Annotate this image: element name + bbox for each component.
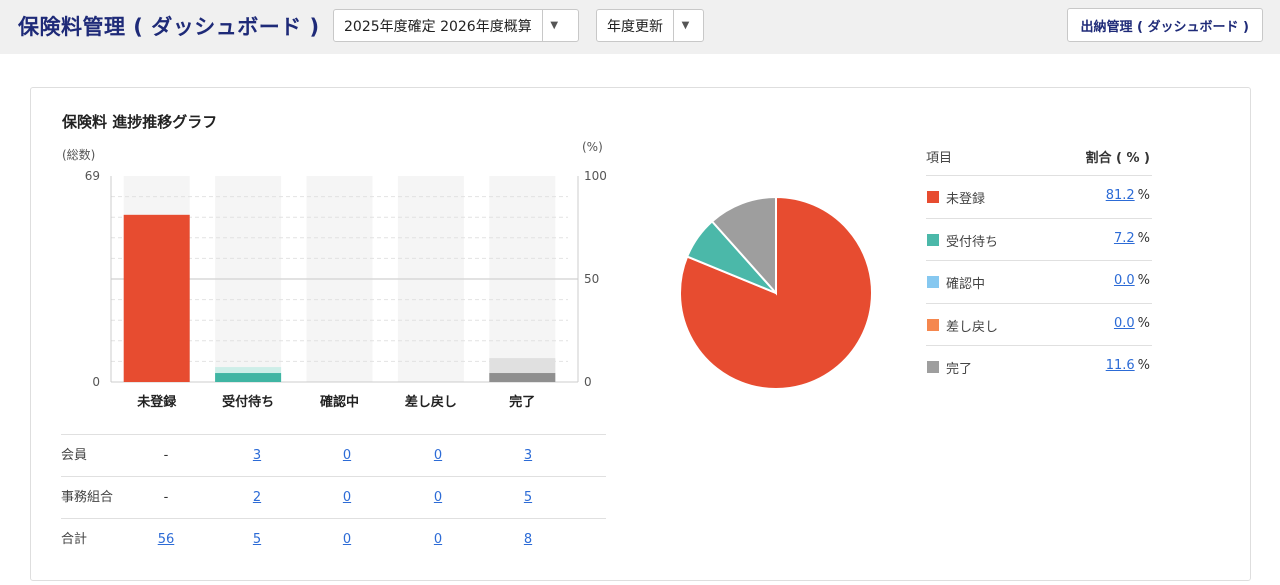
- count-link[interactable]: 3: [253, 448, 261, 463]
- table-cell: 0: [408, 519, 468, 561]
- legend-swatch: [927, 233, 939, 246]
- category-label: 完了: [509, 394, 535, 410]
- count-link[interactable]: 0: [434, 490, 442, 505]
- count-link[interactable]: 8: [524, 532, 532, 547]
- legend-percent: 7.2%: [1114, 231, 1150, 246]
- empty-cell: -: [163, 448, 169, 463]
- payment-dashboard-button[interactable]: 出納管理 ( ダッシュボード ): [1066, 8, 1263, 42]
- legend-row: 確認中 0.0%: [926, 260, 1152, 303]
- row-label: 会員: [61, 448, 88, 463]
- empty-cell: -: [163, 490, 169, 505]
- count-link[interactable]: 56: [158, 532, 175, 547]
- legend-percent: 81.2%: [1106, 188, 1150, 203]
- percent-link[interactable]: 11.6: [1106, 358, 1135, 373]
- y2-tick-label: 100: [584, 169, 607, 183]
- legend-percent: 0.0%: [1114, 273, 1150, 288]
- progress-card: 保険料 進捗推移グラフ (総数) (%) 69 0 100 50 0 未登録 受付待ち 確認中…: [30, 87, 1251, 581]
- legend-row: 受付待ち 7.2%: [926, 217, 1152, 261]
- count-link[interactable]: 5: [253, 532, 261, 547]
- table-cell: 56: [136, 519, 196, 561]
- legend-name: 未登録: [946, 192, 986, 207]
- table-row: 会員 - 3 0 0 3: [61, 434, 606, 476]
- bar-chart: 69 0 100 50 0 未登録 受付待ち 確認中 差し戻し 完了: [85, 169, 607, 410]
- ratio-legend: 項目 割合 ( % ) 未登録 81.2% 受付待ち 7.2% 確認中 0.0% 差し戻し 0…: [926, 133, 1152, 388]
- table-cell: 0: [408, 477, 468, 519]
- year-update-select[interactable]: 年度更新 ▼: [596, 9, 704, 42]
- bar-2-member: [215, 373, 282, 382]
- table-cell: 8: [498, 519, 558, 561]
- pie-chart: [679, 195, 873, 390]
- chevron-down-icon[interactable]: ▼: [673, 10, 697, 41]
- count-link[interactable]: 0: [343, 532, 351, 547]
- table-cell: 5: [498, 477, 558, 519]
- y-tick-label: 69: [85, 169, 100, 183]
- y-tick-label: 0: [92, 375, 100, 389]
- percent-unit: %: [1137, 358, 1150, 373]
- y2-tick-label: 0: [584, 375, 592, 389]
- legend-header-ratio: 割合 ( % ): [1085, 151, 1151, 166]
- year-update-select-value: 年度更新: [607, 18, 663, 35]
- count-link[interactable]: 3: [524, 448, 532, 463]
- legend-header: 項目 割合 ( % ): [926, 133, 1152, 175]
- count-link[interactable]: 2: [253, 490, 261, 505]
- fiscal-year-select[interactable]: 2025年度確定 2026年度概算 ▼: [333, 9, 579, 42]
- percent-link[interactable]: 0.0: [1114, 316, 1135, 331]
- category-label: 確認中: [320, 394, 359, 410]
- page-title: 保険料管理 ( ダッシュボード ): [18, 15, 320, 39]
- percent-link[interactable]: 81.2: [1106, 188, 1135, 203]
- bar-1: [123, 214, 190, 382]
- legend-header-item: 項目: [926, 151, 953, 166]
- legend-name: 完了: [946, 362, 973, 377]
- legend-name: 受付待ち: [946, 234, 999, 250]
- legend-swatch: [927, 191, 939, 203]
- table-cell: 0: [317, 519, 377, 561]
- table-cell: 3: [498, 435, 558, 477]
- count-link[interactable]: 0: [343, 490, 351, 505]
- fiscal-year-select-value: 2025年度確定 2026年度概算: [344, 18, 532, 35]
- chevron-down-icon[interactable]: ▼: [541, 10, 566, 41]
- bar-5-member: [489, 373, 556, 382]
- table-row: 事務組合 - 2 0 0 5: [61, 476, 606, 518]
- header-bar: 保険料管理 ( ダッシュボード ) 2025年度確定 2026年度概算 ▼ 年度…: [0, 0, 1280, 54]
- table-cell: 0: [408, 435, 468, 477]
- table-row: 合計 56 5 0 0 8: [61, 518, 606, 560]
- count-link[interactable]: 0: [434, 532, 442, 547]
- table-cell: 5: [227, 519, 287, 561]
- legend-swatch: [927, 361, 939, 373]
- table-cell: 3: [227, 435, 287, 477]
- percent-link[interactable]: 0.0: [1114, 273, 1135, 288]
- category-label: 未登録: [136, 394, 177, 410]
- legend-name: 差し戻し: [946, 319, 999, 335]
- count-link[interactable]: 0: [343, 448, 351, 463]
- count-table: 会員 - 3 0 0 3 事務組合 - 2 0 0 5 合計 56 5 0 0 8: [61, 434, 606, 560]
- legend-row: 未登録 81.2%: [926, 175, 1152, 218]
- percent-unit: %: [1137, 273, 1150, 288]
- table-cell: 2: [227, 477, 287, 519]
- legend-swatch: [927, 276, 939, 288]
- legend-row: 完了 11.6%: [926, 345, 1152, 388]
- table-cell: -: [136, 435, 196, 477]
- percent-unit: %: [1137, 188, 1150, 203]
- legend-name: 確認中: [946, 277, 986, 292]
- legend-row: 差し戻し 0.0%: [926, 302, 1152, 346]
- category-label: 受付待ち: [222, 394, 274, 410]
- row-label: 事務組合: [61, 490, 114, 505]
- row-label: 合計: [61, 532, 88, 547]
- table-cell: 0: [317, 477, 377, 519]
- count-link[interactable]: 5: [524, 490, 532, 505]
- y2-tick-label: 50: [584, 272, 599, 286]
- count-link[interactable]: 0: [434, 448, 442, 463]
- category-label: 差し戻し: [405, 394, 457, 410]
- percent-unit: %: [1137, 230, 1150, 246]
- legend-swatch: [927, 318, 939, 331]
- percent-link[interactable]: 7.2: [1114, 231, 1135, 246]
- table-cell: -: [136, 477, 196, 519]
- table-cell: 0: [317, 435, 377, 477]
- legend-percent: 0.0%: [1114, 316, 1150, 331]
- legend-percent: 11.6%: [1106, 358, 1150, 373]
- percent-unit: %: [1137, 315, 1150, 331]
